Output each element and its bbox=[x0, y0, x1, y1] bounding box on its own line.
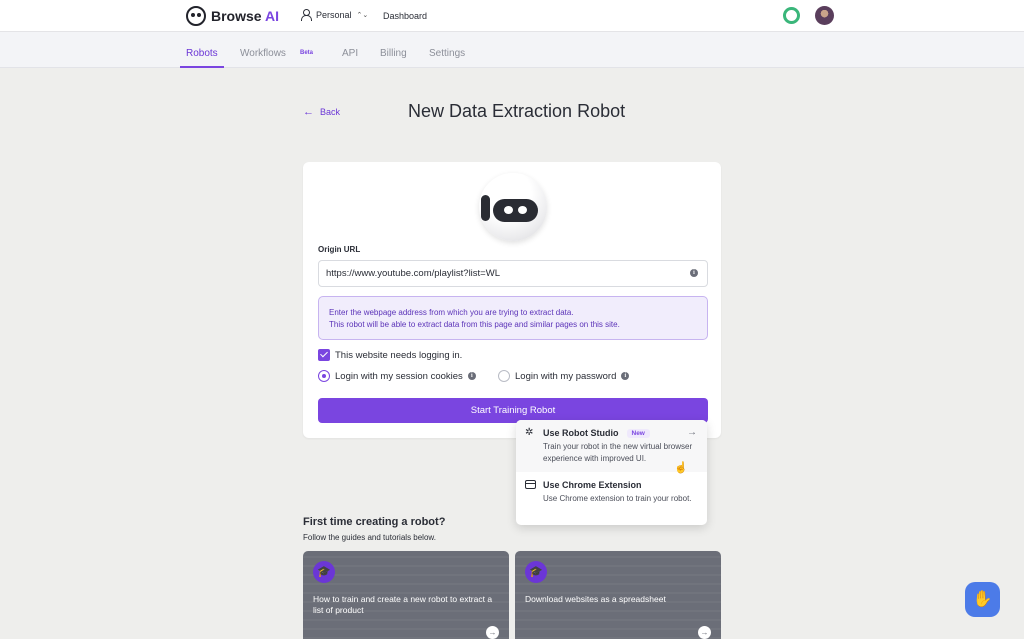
logo-text: Browse AI bbox=[211, 8, 279, 24]
tab-workflows[interactable]: Workflows bbox=[240, 48, 286, 59]
radio-cookies-label: Login with my session cookies bbox=[335, 370, 463, 382]
login-required-label: This website needs logging in. bbox=[335, 349, 463, 361]
avatar[interactable] bbox=[815, 6, 834, 25]
tutorial-card[interactable]: 🎓 Download websites as a spreadsheet → bbox=[515, 551, 721, 639]
menu-item-chrome-extension[interactable]: Use Chrome Extension Use Chrome extensio… bbox=[516, 472, 707, 525]
graduation-cap-icon: 🎓 bbox=[525, 561, 547, 583]
radio-password-label: Login with my password bbox=[515, 370, 617, 382]
arrow-right-icon[interactable]: → bbox=[486, 626, 499, 639]
tab-api[interactable]: API bbox=[342, 48, 358, 59]
nav-tabs: Robots Workflows Beta API Billing Settin… bbox=[0, 32, 1024, 68]
origin-url-input[interactable] bbox=[318, 260, 708, 287]
info-icon[interactable]: i bbox=[621, 372, 630, 380]
arrow-right-icon[interactable]: → bbox=[698, 626, 711, 639]
radio-password-input[interactable] bbox=[498, 370, 510, 382]
top-bar: Browse AI Personal ⌃⌄ Dashboard bbox=[0, 0, 1024, 32]
guides-subtitle: Follow the guides and tutorials below. bbox=[303, 533, 436, 542]
back-label: Back bbox=[320, 107, 341, 117]
radio-cookies-input[interactable] bbox=[318, 370, 330, 382]
hint-line-2: This robot will be able to extract data … bbox=[329, 320, 620, 329]
help-chat-button[interactable]: ✋ bbox=[965, 582, 1000, 617]
hint-line-1: Enter the webpage address from which you… bbox=[329, 308, 574, 317]
dashboard-link[interactable]: Dashboard bbox=[383, 11, 427, 21]
sparkle-cursor-icon: ✲ bbox=[525, 427, 534, 438]
status-ring-icon[interactable] bbox=[783, 7, 800, 24]
workspace-selector[interactable]: Personal ⌃⌄ bbox=[300, 9, 369, 21]
login-required-checkbox[interactable] bbox=[318, 349, 330, 361]
arrow-right-icon: → bbox=[687, 427, 697, 438]
user-icon bbox=[300, 9, 312, 21]
arrow-left-icon: ← bbox=[303, 106, 314, 118]
chrome-extension-description: Use Chrome extension to train your robot… bbox=[543, 494, 692, 503]
robot-mascot-icon bbox=[479, 173, 547, 241]
waving-hand-icon: ✋ bbox=[972, 591, 993, 608]
info-icon[interactable]: i bbox=[690, 269, 698, 277]
radio-session-cookies[interactable]: Login with my session cookies i bbox=[318, 370, 476, 382]
tutorial-card[interactable]: 🎓 How to train and create a new robot to… bbox=[303, 551, 509, 639]
robot-setup-card: Origin URL i Enter the webpage address f… bbox=[303, 162, 721, 438]
page-title: New Data Extraction Robot bbox=[408, 101, 626, 121]
active-tab-indicator bbox=[180, 66, 224, 68]
info-icon[interactable]: i bbox=[467, 372, 476, 380]
tab-robots[interactable]: Robots bbox=[186, 48, 218, 59]
new-badge: New bbox=[626, 428, 650, 438]
origin-url-label: Origin URL bbox=[318, 245, 361, 254]
robot-logo-icon bbox=[186, 6, 206, 26]
robot-studio-description: Train your robot in the new virtual brow… bbox=[543, 442, 693, 463]
chevron-updown-icon: ⌃⌄ bbox=[356, 11, 369, 19]
tab-settings[interactable]: Settings bbox=[429, 48, 465, 59]
graduation-cap-icon: 🎓 bbox=[313, 561, 335, 583]
robot-studio-title: Use Robot Studio bbox=[543, 428, 619, 438]
beta-badge: Beta bbox=[300, 50, 314, 56]
workspace-label: Personal bbox=[316, 9, 352, 20]
browser-window-icon bbox=[525, 480, 536, 489]
chrome-extension-title: Use Chrome Extension bbox=[543, 480, 642, 490]
login-required-checkbox-row[interactable]: This website needs logging in. bbox=[318, 349, 462, 361]
radio-password[interactable]: Login with my password i bbox=[498, 370, 630, 382]
tab-billing[interactable]: Billing bbox=[380, 48, 407, 59]
guides-title: First time creating a robot? bbox=[303, 516, 446, 528]
hand-pointer-icon: ☝ bbox=[674, 462, 688, 474]
back-link[interactable]: ← Back bbox=[303, 106, 340, 118]
tutorial-card-text: Download websites as a spreadsheet bbox=[525, 594, 666, 604]
url-hint-box: Enter the webpage address from which you… bbox=[318, 296, 708, 340]
browse-ai-logo[interactable]: Browse AI bbox=[186, 6, 279, 26]
tutorial-card-text: How to train and create a new robot to e… bbox=[313, 594, 493, 615]
